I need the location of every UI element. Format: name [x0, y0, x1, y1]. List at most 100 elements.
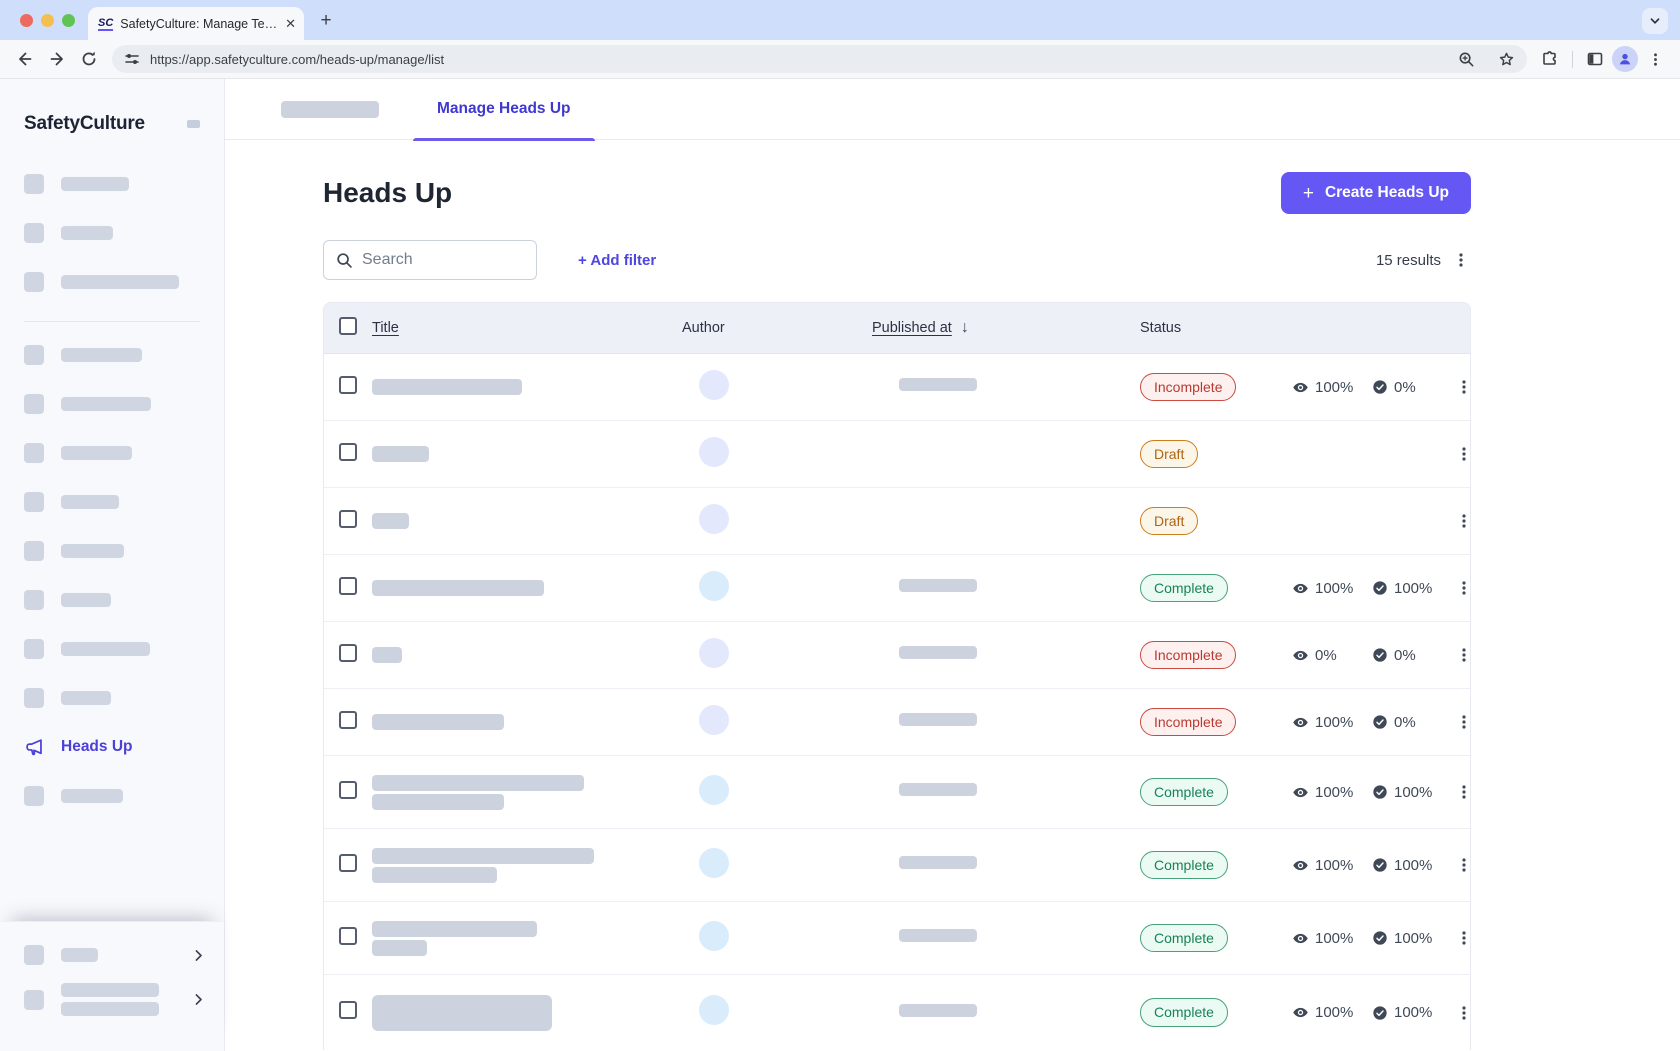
check-circle-icon: [1372, 857, 1388, 873]
skeleton-icon: [24, 990, 44, 1010]
row-checkbox[interactable]: [339, 711, 357, 729]
check-circle-icon: [1372, 580, 1388, 596]
skeleton-icon: [24, 223, 44, 243]
skeleton-bar: [372, 995, 552, 1031]
browser-tab[interactable]: SC SafetyCulture: Manage Teams and... ✕: [88, 7, 304, 40]
row-checkbox[interactable]: [339, 781, 357, 799]
skeleton-icon: [24, 590, 44, 610]
status-badge: Draft: [1140, 507, 1198, 536]
url-text[interactable]: https://app.safetyculture.com/heads-up/m…: [150, 52, 1441, 67]
table-row[interactable]: Incomplete0%0%: [324, 621, 1470, 688]
row-checkbox[interactable]: [339, 644, 357, 662]
skeleton-label: [61, 275, 179, 289]
results-menu-button[interactable]: [1451, 250, 1471, 270]
table-row[interactable]: Draft: [324, 420, 1470, 487]
close-tab-icon[interactable]: ✕: [285, 16, 296, 32]
row-menu-button[interactable]: [1454, 578, 1471, 598]
skeleton-label: [61, 593, 111, 607]
expand-chevron[interactable]: [191, 992, 206, 1007]
forward-button[interactable]: [42, 44, 72, 74]
expand-chevron[interactable]: [191, 948, 206, 963]
address-bar[interactable]: https://app.safetyculture.com/heads-up/m…: [112, 45, 1527, 73]
sidebar-bottom-item[interactable]: [0, 974, 224, 1025]
table-row[interactable]: Complete100%100%: [324, 554, 1470, 621]
sidebar-collapse-button[interactable]: [187, 120, 200, 128]
author-avatar: [699, 921, 729, 951]
sort-desc-icon[interactable]: ↓: [961, 319, 969, 337]
search-box[interactable]: [323, 240, 537, 280]
skeleton-icon: [24, 492, 44, 512]
eye-icon: [1292, 714, 1309, 731]
row-checkbox[interactable]: [339, 1001, 357, 1019]
sidebar-skeleton-item: [0, 624, 224, 673]
row-checkbox[interactable]: [339, 510, 357, 528]
row-menu-button[interactable]: [1454, 782, 1471, 802]
tab-manage-heads-up[interactable]: Manage Heads Up: [413, 79, 595, 140]
skeleton-icon: [24, 443, 44, 463]
row-checkbox[interactable]: [339, 927, 357, 945]
table-header-row: Title Author Published at ↓ Status: [324, 303, 1470, 353]
safetyculture-favicon: SC: [98, 17, 113, 31]
views-value: 0%: [1315, 647, 1337, 664]
search-input[interactable]: [362, 251, 526, 269]
results-count: 15 results: [1376, 252, 1441, 269]
sidebar-item-heads-up[interactable]: Heads Up: [0, 722, 224, 771]
side-panel-button[interactable]: [1580, 44, 1610, 74]
minimize-window-button[interactable]: [41, 14, 54, 27]
select-all-checkbox[interactable]: [339, 317, 357, 335]
extensions-button[interactable]: [1535, 44, 1565, 74]
skeleton-label: [61, 397, 151, 411]
table-row[interactable]: Complete100%100%: [324, 974, 1470, 1050]
table-row[interactable]: Complete100%100%: [324, 755, 1470, 828]
reload-button[interactable]: [74, 44, 104, 74]
add-filter-button[interactable]: + Add filter: [578, 252, 656, 269]
kebab-icon: [1456, 1005, 1471, 1021]
kebab-icon: [1456, 784, 1471, 800]
row-checkbox[interactable]: [339, 854, 357, 872]
skeleton-icon: [24, 394, 44, 414]
zoom-button[interactable]: [1451, 44, 1481, 74]
row-checkbox[interactable]: [339, 443, 357, 461]
table-row[interactable]: Incomplete100%0%: [324, 353, 1470, 420]
author-avatar: [699, 848, 729, 878]
row-menu-button[interactable]: [1454, 645, 1471, 665]
window-controls: [20, 14, 75, 27]
completion-value: 100%: [1394, 857, 1432, 874]
profile-avatar[interactable]: [1612, 46, 1638, 72]
tab-skeleton[interactable]: [281, 101, 379, 118]
table-row[interactable]: Complete100%100%: [324, 828, 1470, 901]
sidebar-bottom-item[interactable]: [0, 936, 224, 974]
row-menu-button[interactable]: [1454, 377, 1471, 397]
side-panel-icon: [1586, 50, 1604, 68]
create-heads-up-button[interactable]: + Create Heads Up: [1281, 172, 1471, 214]
row-menu-button[interactable]: [1454, 855, 1471, 875]
table-row[interactable]: Complete100%100%: [324, 901, 1470, 974]
skeleton-bar: [372, 775, 584, 791]
back-button[interactable]: [10, 44, 40, 74]
megaphone-icon: [24, 736, 46, 758]
row-menu-button[interactable]: [1454, 712, 1471, 732]
views-stat: 100%: [1292, 714, 1372, 731]
maximize-window-button[interactable]: [62, 14, 75, 27]
sidebar-skeleton-item: [0, 208, 224, 257]
row-checkbox[interactable]: [339, 577, 357, 595]
table-row[interactable]: Draft: [324, 487, 1470, 554]
row-menu-button[interactable]: [1454, 1003, 1471, 1023]
views-stat: 100%: [1292, 379, 1372, 396]
row-checkbox[interactable]: [339, 376, 357, 394]
row-menu-button[interactable]: [1454, 511, 1471, 531]
column-header-title[interactable]: Title: [372, 320, 682, 336]
sidebar-skeleton-item: [0, 159, 224, 208]
bookmark-button[interactable]: [1491, 44, 1521, 74]
site-info-icon[interactable]: [124, 51, 140, 67]
row-menu-button[interactable]: [1454, 444, 1471, 464]
row-menu-button[interactable]: [1454, 928, 1471, 948]
new-tab-button[interactable]: +: [314, 9, 338, 33]
browser-menu-button[interactable]: [1640, 44, 1670, 74]
column-header-published[interactable]: Published at ↓: [872, 319, 1132, 337]
browser-toolbar: https://app.safetyculture.com/heads-up/m…: [0, 40, 1680, 79]
check-circle-icon: [1372, 784, 1388, 800]
tab-search-button[interactable]: [1642, 8, 1668, 34]
close-window-button[interactable]: [20, 14, 33, 27]
table-row[interactable]: Incomplete100%0%: [324, 688, 1470, 755]
